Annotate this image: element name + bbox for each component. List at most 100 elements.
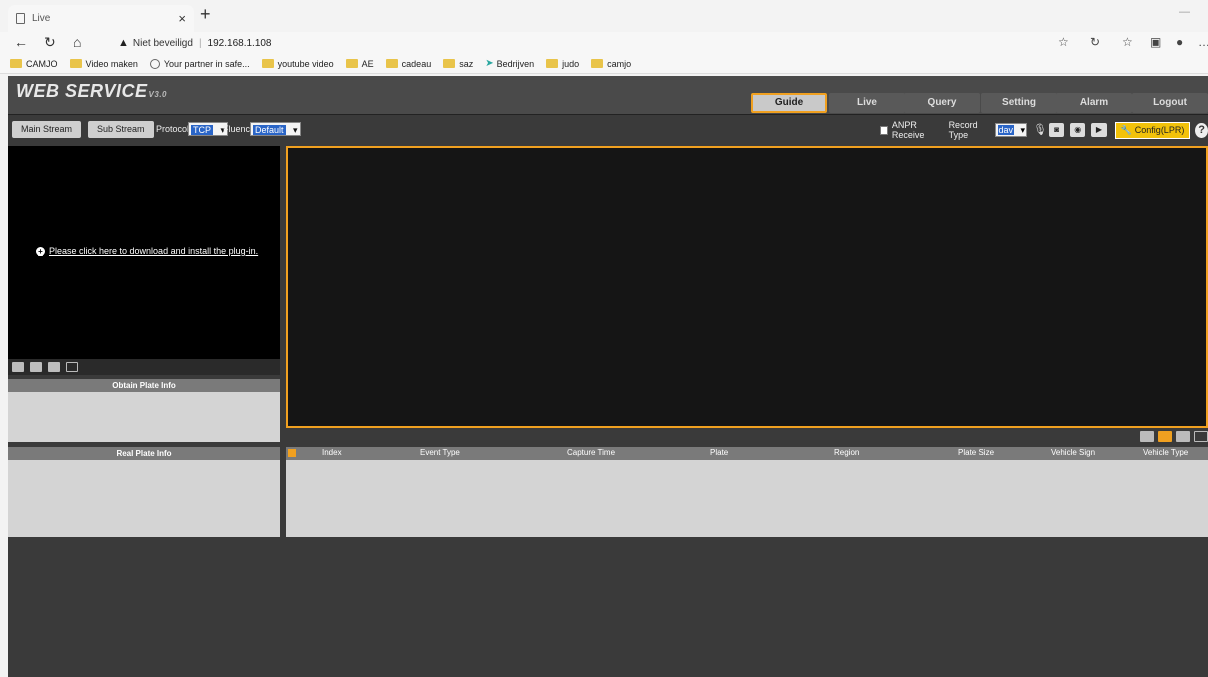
new-tab-button[interactable]: + bbox=[200, 4, 211, 25]
app-header: WEB SERVICEV3.0 Guide Live Query Setting Ala… bbox=[8, 76, 1208, 115]
window-icon[interactable] bbox=[30, 362, 42, 372]
nav-tab-live[interactable]: Live bbox=[829, 93, 905, 113]
nav-tab-logout[interactable]: Logout bbox=[1132, 93, 1208, 113]
nav-tab-query[interactable]: Query bbox=[904, 93, 980, 113]
fullscreen-icon[interactable] bbox=[66, 362, 78, 372]
download-icon: + bbox=[36, 246, 45, 256]
folder-icon bbox=[261, 59, 274, 68]
fluency-value: Default bbox=[253, 125, 286, 135]
record-icon[interactable]: ◉ bbox=[1070, 123, 1086, 137]
globe-icon bbox=[149, 58, 160, 69]
help-icon[interactable]: ? bbox=[1195, 122, 1208, 138]
separator: | bbox=[198, 37, 202, 49]
camera-icon[interactable]: ▶ bbox=[1091, 123, 1107, 137]
security-label: Niet beveiligd bbox=[132, 37, 193, 49]
folder-icon bbox=[443, 59, 456, 68]
folder-icon bbox=[10, 59, 22, 68]
home-icon[interactable]: ⌂ bbox=[73, 34, 81, 50]
bookmark-label: youtube video bbox=[277, 58, 334, 69]
chevron-down-icon: ▾ bbox=[293, 125, 298, 135]
back-icon[interactable]: ← bbox=[14, 34, 28, 50]
browser-tabbar: Live × + — bbox=[0, 0, 1208, 32]
split-view-icon[interactable] bbox=[1140, 431, 1154, 442]
refresh-icon[interactable]: ↻ bbox=[44, 34, 56, 51]
protocol-select[interactable]: TCP ▾ bbox=[188, 122, 228, 136]
col-vehicle-type: Vehicle Type bbox=[1143, 448, 1189, 457]
bookmark-item[interactable]: Video maken bbox=[69, 58, 138, 69]
browser-tab[interactable]: Live × bbox=[8, 5, 194, 32]
main-video-window[interactable] bbox=[286, 146, 1208, 428]
plugin-download-link[interactable]: + Please click here to download and inst… bbox=[36, 246, 258, 256]
col-event-type: Event Type bbox=[420, 448, 460, 457]
plugin-message: Please click here to download and instal… bbox=[49, 246, 259, 256]
warning-icon: ▲ bbox=[118, 37, 129, 49]
event-table-body bbox=[286, 460, 1208, 537]
layout-buttons bbox=[1136, 431, 1208, 442]
nav-tab-setting[interactable]: Setting bbox=[981, 93, 1057, 113]
anpr-checkbox[interactable] bbox=[880, 125, 888, 135]
col-index: Index bbox=[322, 448, 342, 457]
minimize-icon[interactable]: — bbox=[1179, 6, 1190, 18]
address-bar-row: ← ↻ ⌂ ▲ Niet beveiligd | 192.168.1.108 ☆… bbox=[0, 32, 1208, 54]
bird-icon: ➤ bbox=[485, 58, 494, 69]
zoom-icon[interactable] bbox=[48, 362, 60, 372]
microphone-icon[interactable]: 🎙 bbox=[1033, 123, 1047, 137]
profile-icon[interactable]: ● bbox=[1176, 35, 1183, 49]
bookmark-item[interactable]: CAMJO bbox=[10, 59, 58, 69]
bookmark-item[interactable]: saz bbox=[443, 59, 473, 69]
ratio-icon[interactable] bbox=[12, 362, 24, 372]
record-type-select[interactable]: dav ▾ bbox=[994, 123, 1028, 137]
folder-icon bbox=[591, 59, 604, 68]
sub-stream-button[interactable]: Sub Stream bbox=[88, 121, 154, 138]
favorite-add-icon[interactable]: ☆ bbox=[1058, 35, 1069, 49]
logo: WEB SERVICEV3.0 bbox=[16, 81, 167, 102]
config-lpr-label: Config(LPR) bbox=[1134, 124, 1185, 135]
bookmark-item[interactable]: judo bbox=[546, 59, 579, 69]
url-text: 192.168.1.108 bbox=[207, 37, 272, 49]
page-icon bbox=[16, 13, 25, 24]
quad-view-icon[interactable] bbox=[1176, 431, 1190, 442]
favorites-icon[interactable]: ☆ bbox=[1122, 35, 1133, 49]
address-bar[interactable]: ▲ Niet beveiligd | 192.168.1.108 bbox=[104, 33, 1164, 53]
bookmark-label: AE bbox=[361, 58, 374, 69]
obtain-plate-body bbox=[8, 392, 280, 442]
bookmark-item[interactable]: ➤ Bedrijven bbox=[485, 58, 534, 69]
snapshot-icon[interactable]: ◙ bbox=[1049, 123, 1065, 137]
bookmark-label: CAMJO bbox=[26, 58, 58, 69]
left-video-window[interactable]: + Please click here to download and inst… bbox=[8, 146, 280, 359]
event-table-header: Index Event Type Capture Time Plate Regi… bbox=[286, 447, 1208, 460]
more-icon[interactable]: … bbox=[1198, 35, 1208, 49]
protocol-value: TCP bbox=[191, 125, 213, 135]
collections-icon[interactable]: ▣ bbox=[1150, 35, 1161, 49]
bookmark-item[interactable]: Your partner in safe... bbox=[149, 58, 250, 69]
folder-icon bbox=[385, 59, 398, 68]
fullscreen-icon[interactable] bbox=[1194, 431, 1208, 442]
bookmark-label: Video maken bbox=[85, 58, 138, 69]
sync-icon[interactable]: ↻ bbox=[1090, 35, 1100, 49]
chevron-down-icon: ▾ bbox=[1020, 125, 1026, 135]
nav-tab-guide[interactable]: Guide bbox=[751, 93, 827, 113]
single-view-icon[interactable] bbox=[1158, 431, 1172, 442]
real-plate-body bbox=[8, 460, 280, 537]
close-tab-icon[interactable]: × bbox=[178, 11, 186, 26]
bookmark-item[interactable]: youtube video bbox=[261, 58, 334, 69]
nav-tab-alarm[interactable]: Alarm bbox=[1056, 93, 1132, 113]
bookmark-label: Your partner in safe... bbox=[163, 58, 250, 69]
main-stream-button[interactable]: Main Stream bbox=[12, 121, 82, 138]
select-all-icon[interactable] bbox=[288, 449, 296, 457]
tab-title: Live bbox=[32, 13, 51, 24]
bookmark-item[interactable]: camjo bbox=[591, 59, 631, 69]
bookmarks-bar: CAMJO Video maken Your partner in safe... y… bbox=[0, 54, 1208, 74]
bookmark-item[interactable]: AE bbox=[345, 58, 374, 69]
col-plate-size: Plate Size bbox=[958, 448, 995, 457]
live-toolbar: Main Stream Sub Stream Protocol TCP ▾ Fl… bbox=[8, 120, 1208, 143]
record-type-label: Record Type bbox=[948, 120, 978, 140]
bookmark-label: camjo bbox=[607, 58, 632, 69]
anpr-label: ANPR Receive bbox=[891, 120, 925, 140]
config-lpr-button[interactable]: 🔧 Config(LPR) bbox=[1114, 121, 1191, 139]
folder-icon bbox=[69, 59, 82, 68]
fluency-select[interactable]: Default ▾ bbox=[250, 122, 301, 136]
logo-text: WEB SERVICE bbox=[16, 81, 148, 101]
bookmark-label: saz bbox=[459, 58, 474, 69]
bookmark-item[interactable]: cadeau bbox=[385, 59, 431, 69]
